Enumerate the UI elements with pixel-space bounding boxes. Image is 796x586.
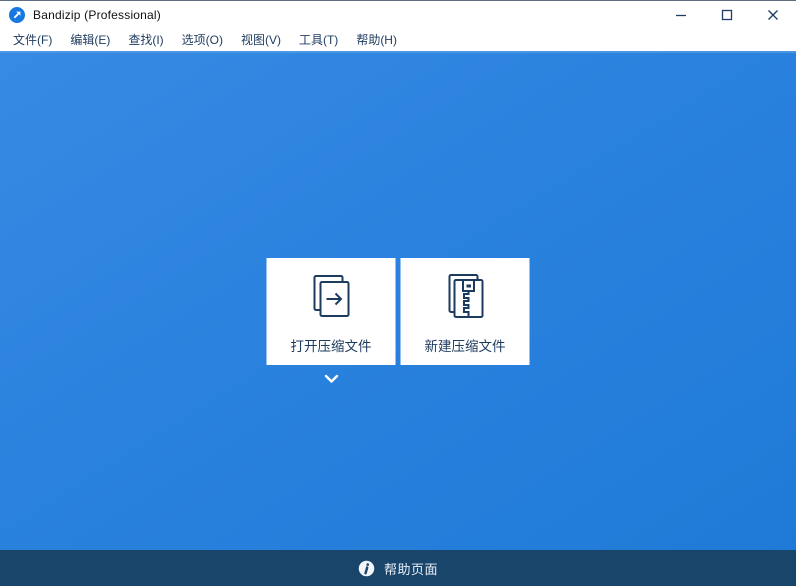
- menu-view[interactable]: 视图(V): [232, 29, 290, 52]
- bandizip-logo-icon: [9, 7, 25, 23]
- chevron-down-icon: [324, 374, 338, 383]
- new-archive-card[interactable]: 新建压缩文件: [400, 258, 530, 365]
- menubar: 文件(F) 编辑(E) 查找(I) 选项(O) 视图(V) 工具(T) 帮助(H…: [0, 29, 796, 51]
- main-workspace: 打开压缩文件 新建压缩文件: [0, 51, 796, 550]
- titlebar: Bandizip (Professional): [0, 1, 796, 29]
- statusbar: 帮助页面: [0, 550, 796, 586]
- menu-file[interactable]: 文件(F): [4, 29, 61, 52]
- menu-help[interactable]: 帮助(H): [347, 29, 406, 52]
- close-button[interactable]: [750, 1, 796, 29]
- maximize-button[interactable]: [704, 1, 750, 29]
- window-title: Bandizip (Professional): [33, 8, 161, 22]
- help-page-link[interactable]: 帮助页面: [358, 559, 438, 578]
- open-archive-icon: [313, 274, 349, 317]
- minimize-icon: [676, 14, 686, 17]
- menu-edit[interactable]: 编辑(E): [61, 29, 119, 52]
- menu-options[interactable]: 选项(O): [173, 29, 232, 52]
- close-icon: [768, 10, 778, 20]
- help-info-icon: [358, 560, 375, 576]
- open-archive-more: [267, 372, 396, 386]
- more-options-button[interactable]: [317, 372, 345, 386]
- menu-tools[interactable]: 工具(T): [290, 29, 347, 52]
- window-controls: [658, 1, 796, 29]
- new-archive-icon: [448, 273, 483, 318]
- start-actions: 打开压缩文件 新建压缩文件: [266, 258, 530, 386]
- new-archive-label: 新建压缩文件: [424, 338, 506, 354]
- menu-find[interactable]: 查找(I): [119, 29, 172, 52]
- open-archive-label: 打开压缩文件: [290, 338, 372, 354]
- help-page-label: 帮助页面: [383, 561, 438, 577]
- open-archive-card[interactable]: 打开压缩文件: [266, 258, 396, 365]
- maximize-icon: [721, 9, 733, 21]
- minimize-button[interactable]: [658, 1, 704, 29]
